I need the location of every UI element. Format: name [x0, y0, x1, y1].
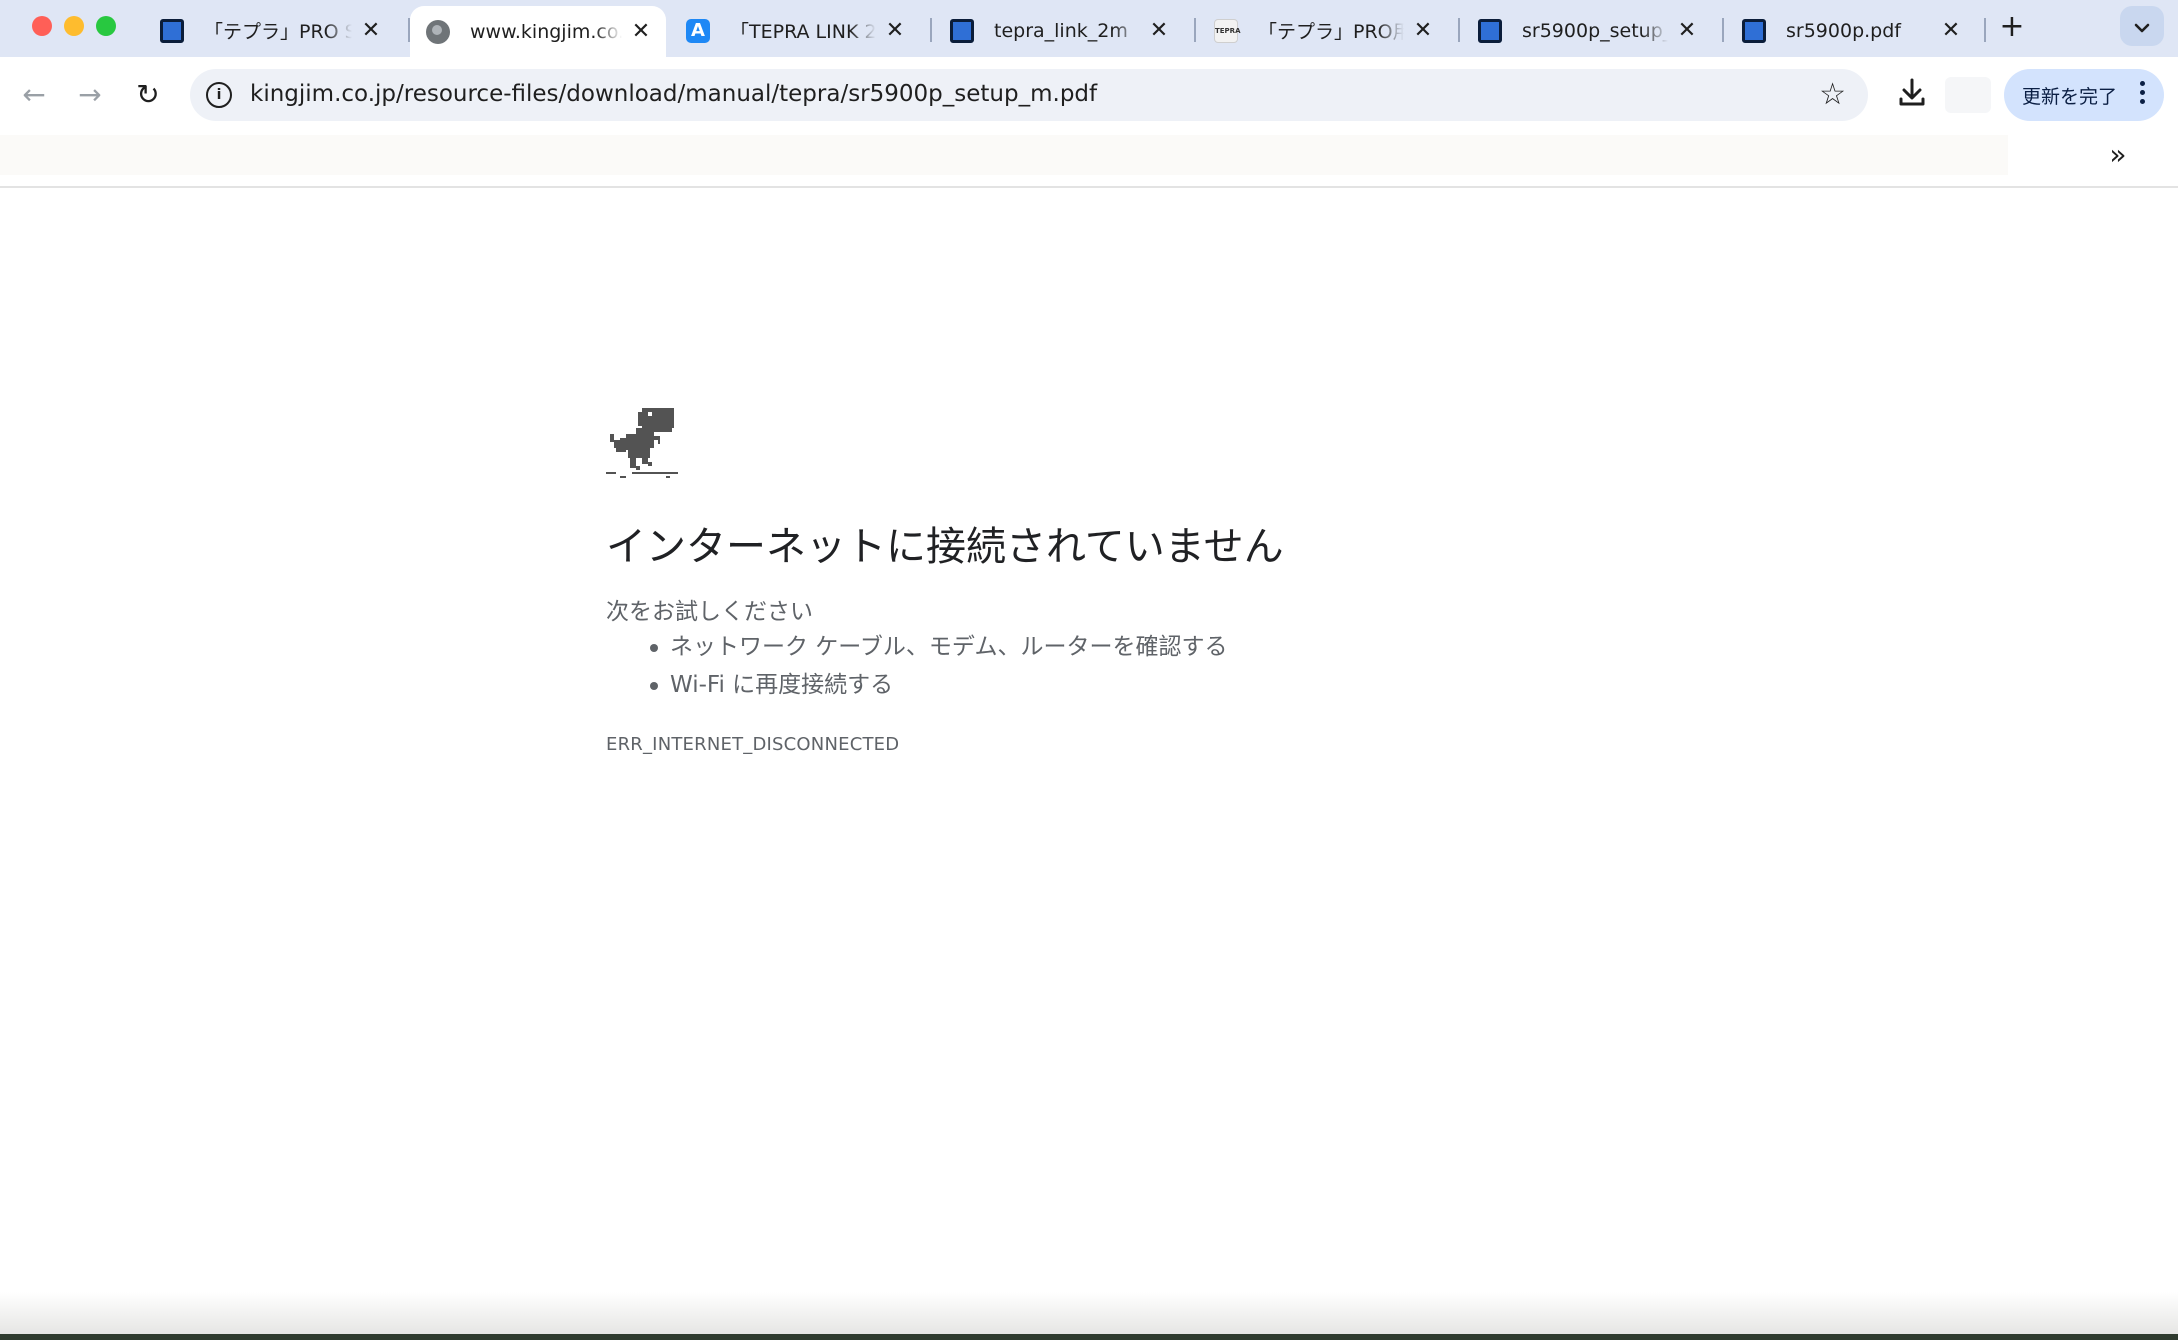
tab-divider [1984, 18, 1986, 42]
tab-divider [1194, 18, 1196, 42]
tab-sr5900p-pdf[interactable]: sr5900p.pdf ✕ [1726, 8, 1976, 53]
extension-slot[interactable] [1945, 77, 1991, 113]
tab-divider [1458, 18, 1460, 42]
tab-title: tepra_link_2m [994, 19, 1128, 42]
more-menu-icon[interactable] [2140, 81, 2146, 108]
zoom-window-button[interactable] [96, 16, 116, 36]
square-favicon-icon [1742, 18, 1766, 43]
window-bottom-shadow [0, 1292, 2178, 1334]
tab-kingjim-active[interactable]: www.kingjim.co.jp ✕ [410, 6, 666, 57]
new-tab-button[interactable]: + [1994, 10, 2030, 46]
suggestion-item: ネットワーク ケーブル、モデム、ルーターを確認する [606, 628, 1227, 666]
update-button[interactable]: 更新を完了 [2004, 69, 2164, 121]
tab-close-icon[interactable]: ✕ [1676, 18, 1698, 43]
tab-title: sr5900p.pdf [1786, 19, 1901, 42]
suggestions-heading: 次をお試しください [606, 599, 813, 625]
tab-close-icon[interactable]: ✕ [1148, 18, 1170, 43]
tab-tepra-link-2[interactable]: A 「TEPRA LINK 2」 ✕ [670, 8, 920, 53]
tab-divider [930, 18, 932, 42]
tab-search-button[interactable] [2120, 6, 2164, 46]
tab-close-icon[interactable]: ✕ [360, 18, 382, 43]
site-info-icon[interactable]: i [206, 82, 232, 108]
tab-close-icon[interactable]: ✕ [884, 18, 906, 43]
browser-toolbar: ← → ↻ i kingjim.co.jp/resource-files/dow… [0, 57, 2178, 131]
square-favicon-icon [950, 18, 974, 43]
tab-strip: 「テプラ」PRO SR5900P ✕ www.kingjim.co.jp ✕ A… [0, 0, 2178, 57]
tab-tepra-pro-sr5900p[interactable]: 「テプラ」PRO SR5900P ✕ [144, 8, 396, 53]
page-content: インターネットに接続されていません 次をお試しください ネットワーク ケーブル、… [0, 188, 2178, 1328]
address-bar[interactable]: i kingjim.co.jp/resource-files/download/… [190, 69, 1868, 121]
error-title: インターネットに接続されていません [606, 524, 1284, 570]
bookmark-star-icon[interactable]: ☆ [1819, 77, 1846, 113]
tab-close-icon[interactable]: ✕ [630, 19, 652, 44]
square-favicon-icon [160, 18, 184, 43]
reload-button[interactable]: ↻ [126, 73, 170, 117]
chevron-down-icon [2134, 23, 2150, 32]
tab-title: 「テプラ」PRO SR5900P [204, 21, 352, 43]
offline-dinosaur-icon [606, 408, 678, 478]
tab-tepra-link-2m[interactable]: tepra_link_2m ✕ [934, 8, 1184, 53]
tepra-logo-icon: TEPRA [1214, 18, 1241, 43]
bookmarks-overflow-icon[interactable]: » [2098, 137, 2138, 177]
suggestions-list: ネットワーク ケーブル、モデム、ルーターを確認する Wi-Fi に再度接続する [606, 628, 1227, 704]
tab-title: www.kingjim.co.jp [470, 20, 622, 43]
tab-divider [1722, 18, 1724, 42]
square-favicon-icon [1478, 18, 1502, 43]
tab-close-icon[interactable]: ✕ [1940, 18, 1962, 43]
tab-tepra-pro-yo[interactable]: TEPRA 「テプラ」PRO用 ✕ [1198, 8, 1448, 53]
tab-title: 「TEPRA LINK 2」 [730, 21, 876, 43]
download-button[interactable] [1890, 71, 1934, 115]
error-code: ERR_INTERNET_DISCONNECTED [606, 734, 900, 755]
back-button[interactable]: ← [12, 73, 56, 117]
tab-close-icon[interactable]: ✕ [1412, 18, 1434, 43]
bookmarks-bar: » [0, 131, 2178, 188]
desktop-edge [0, 1334, 2178, 1340]
close-window-button[interactable] [32, 16, 52, 36]
globe-icon [426, 19, 450, 44]
minimize-window-button[interactable] [64, 16, 84, 36]
suggestion-item: Wi-Fi に再度接続する [606, 666, 1227, 704]
url-text[interactable]: kingjim.co.jp/resource-files/download/ma… [250, 81, 1097, 107]
tab-title: sr5900p_setup_m.pdf [1522, 19, 1668, 42]
app-store-icon: A [686, 18, 710, 43]
update-button-label: 更新を完了 [2022, 85, 2118, 108]
forward-button[interactable]: → [68, 73, 112, 117]
tab-sr5900p-setup[interactable]: sr5900p_setup_m.pdf ✕ [1462, 8, 1712, 53]
bookmarks-strip [0, 135, 2008, 175]
tab-title: 「テプラ」PRO用 [1258, 21, 1404, 43]
download-icon [1899, 78, 1925, 106]
